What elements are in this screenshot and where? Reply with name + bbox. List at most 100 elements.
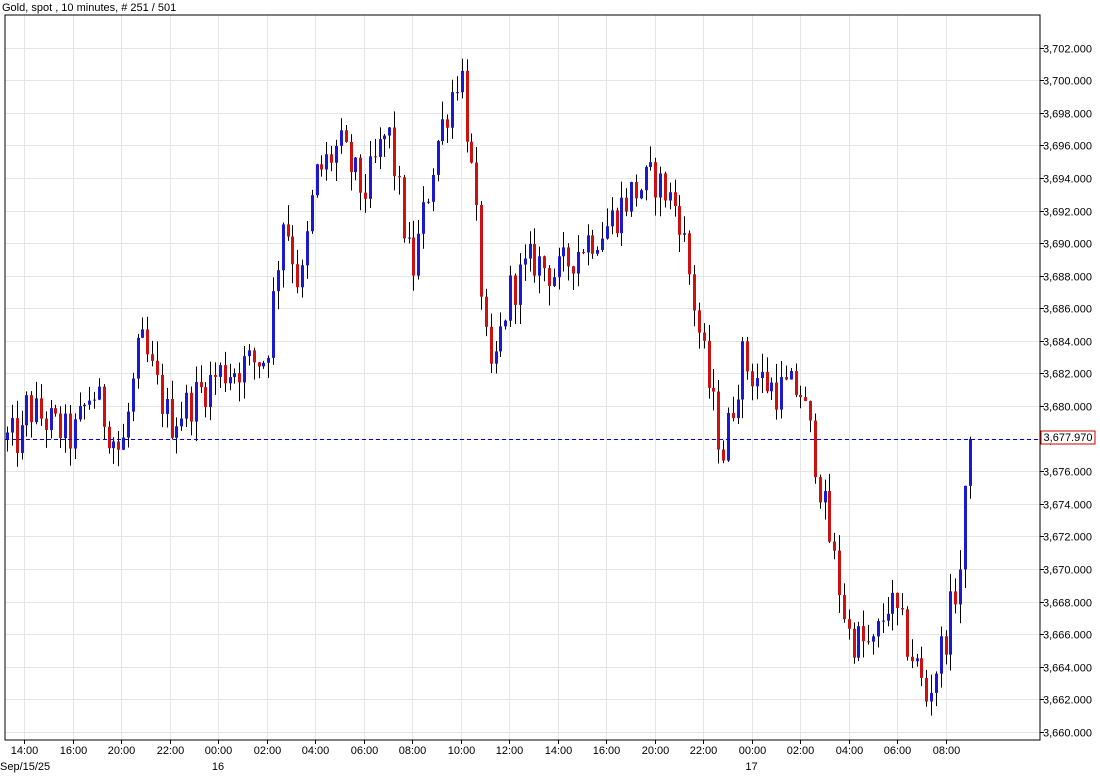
candle-up — [112, 441, 115, 449]
x-tick-label: 22:00 — [690, 745, 718, 757]
candle-down — [296, 264, 299, 288]
candle-up — [456, 92, 459, 94]
candle-down — [393, 127, 396, 177]
candle-up — [949, 591, 952, 655]
candle-up — [630, 182, 633, 212]
x-tick-label: 08:00 — [933, 745, 961, 757]
candle-up — [495, 351, 498, 364]
x-tick-label: 08:00 — [399, 745, 427, 757]
candle-down — [214, 375, 217, 377]
candle-up — [790, 371, 793, 380]
candle-down — [664, 173, 667, 201]
candle-up — [369, 156, 372, 199]
candle-down — [833, 541, 836, 551]
candle-down — [398, 176, 401, 178]
candle-down — [708, 340, 711, 388]
candle-down — [572, 266, 575, 274]
y-tick-label: 3,696.000 — [1043, 141, 1092, 153]
candle-down — [151, 354, 154, 361]
chart-background — [0, 0, 1100, 777]
candle-up — [301, 265, 304, 288]
candle-up — [824, 491, 827, 503]
candle-up — [935, 673, 938, 693]
x-tick-label: 02:00 — [254, 745, 282, 757]
candlestick-chart: 3,660.000 3,662.000 3,664.000 3,666.000 3,66… — [0, 0, 1100, 777]
candle-up — [209, 375, 212, 408]
candle-up — [940, 636, 943, 674]
candle-down — [364, 192, 367, 199]
y-tick-label: 3,664.000 — [1043, 663, 1092, 675]
candle-down — [766, 371, 769, 392]
candle-up — [195, 382, 198, 422]
candle-down — [911, 656, 914, 662]
candle-up — [756, 378, 759, 387]
y-tick-label: 3,676.000 — [1043, 467, 1092, 479]
candle-up — [432, 174, 435, 202]
candle-up — [127, 411, 130, 438]
candle-up — [408, 237, 411, 239]
candle-down — [490, 326, 493, 364]
y-tick-label: 3,672.000 — [1043, 532, 1092, 544]
candle-up — [891, 592, 894, 614]
candle-down — [156, 360, 159, 375]
candle-up — [417, 233, 420, 276]
candle-up — [427, 201, 430, 203]
candle-down — [253, 350, 256, 363]
candle-down — [635, 182, 638, 199]
x-tick-label: 20:00 — [108, 745, 136, 757]
candle-up — [519, 264, 522, 305]
candle-down — [717, 391, 720, 450]
candle-up — [451, 92, 454, 128]
candle-down — [238, 373, 241, 383]
date-label: 17 — [745, 761, 757, 773]
candle-down — [828, 491, 831, 542]
candle-down — [161, 374, 164, 414]
candle-down — [359, 157, 362, 193]
candle-down — [320, 164, 323, 170]
candle-up — [229, 377, 232, 384]
candle-up — [64, 413, 67, 439]
candle-down — [848, 619, 851, 629]
candle-down — [345, 130, 348, 142]
candle-up — [577, 251, 580, 274]
candle-up — [316, 164, 319, 196]
candle-up — [11, 418, 14, 433]
candle-up — [872, 636, 875, 642]
candle-down — [732, 412, 735, 419]
candle-up — [524, 258, 527, 265]
date-label: Sep/15/25 — [0, 761, 50, 773]
candle-up — [98, 386, 101, 400]
candle-up — [727, 412, 730, 461]
candle-down — [751, 371, 754, 387]
y-tick-label: 3,680.000 — [1043, 402, 1092, 414]
y-tick-label: 3,668.000 — [1043, 598, 1092, 610]
candle-up — [620, 197, 623, 234]
candle-down — [785, 377, 788, 380]
x-tick-label: 04:00 — [302, 745, 330, 757]
candle-down — [54, 408, 57, 414]
candle-up — [959, 569, 962, 605]
candle-up — [311, 195, 314, 232]
candle-up — [916, 658, 919, 662]
candle-up — [88, 400, 91, 405]
candle-up — [166, 399, 169, 414]
candle-up — [379, 139, 382, 157]
candle-up — [887, 613, 890, 621]
candle-up — [606, 226, 609, 239]
candle-down — [287, 224, 290, 237]
x-tick-label: 14:00 — [11, 745, 39, 757]
candle-up — [79, 406, 82, 420]
y-tick-label: 3,682.000 — [1043, 369, 1092, 381]
candle-down — [485, 296, 488, 327]
candle-up — [596, 249, 599, 254]
candle-down — [466, 70, 469, 142]
candle-up — [659, 173, 662, 198]
candle-up — [325, 154, 328, 170]
candle-up — [441, 119, 444, 142]
candle-up — [219, 365, 222, 377]
candle-down — [374, 156, 377, 158]
candle-up — [282, 224, 285, 271]
candle-up — [964, 485, 967, 570]
candle-up — [780, 377, 783, 410]
candle-down — [16, 418, 19, 453]
